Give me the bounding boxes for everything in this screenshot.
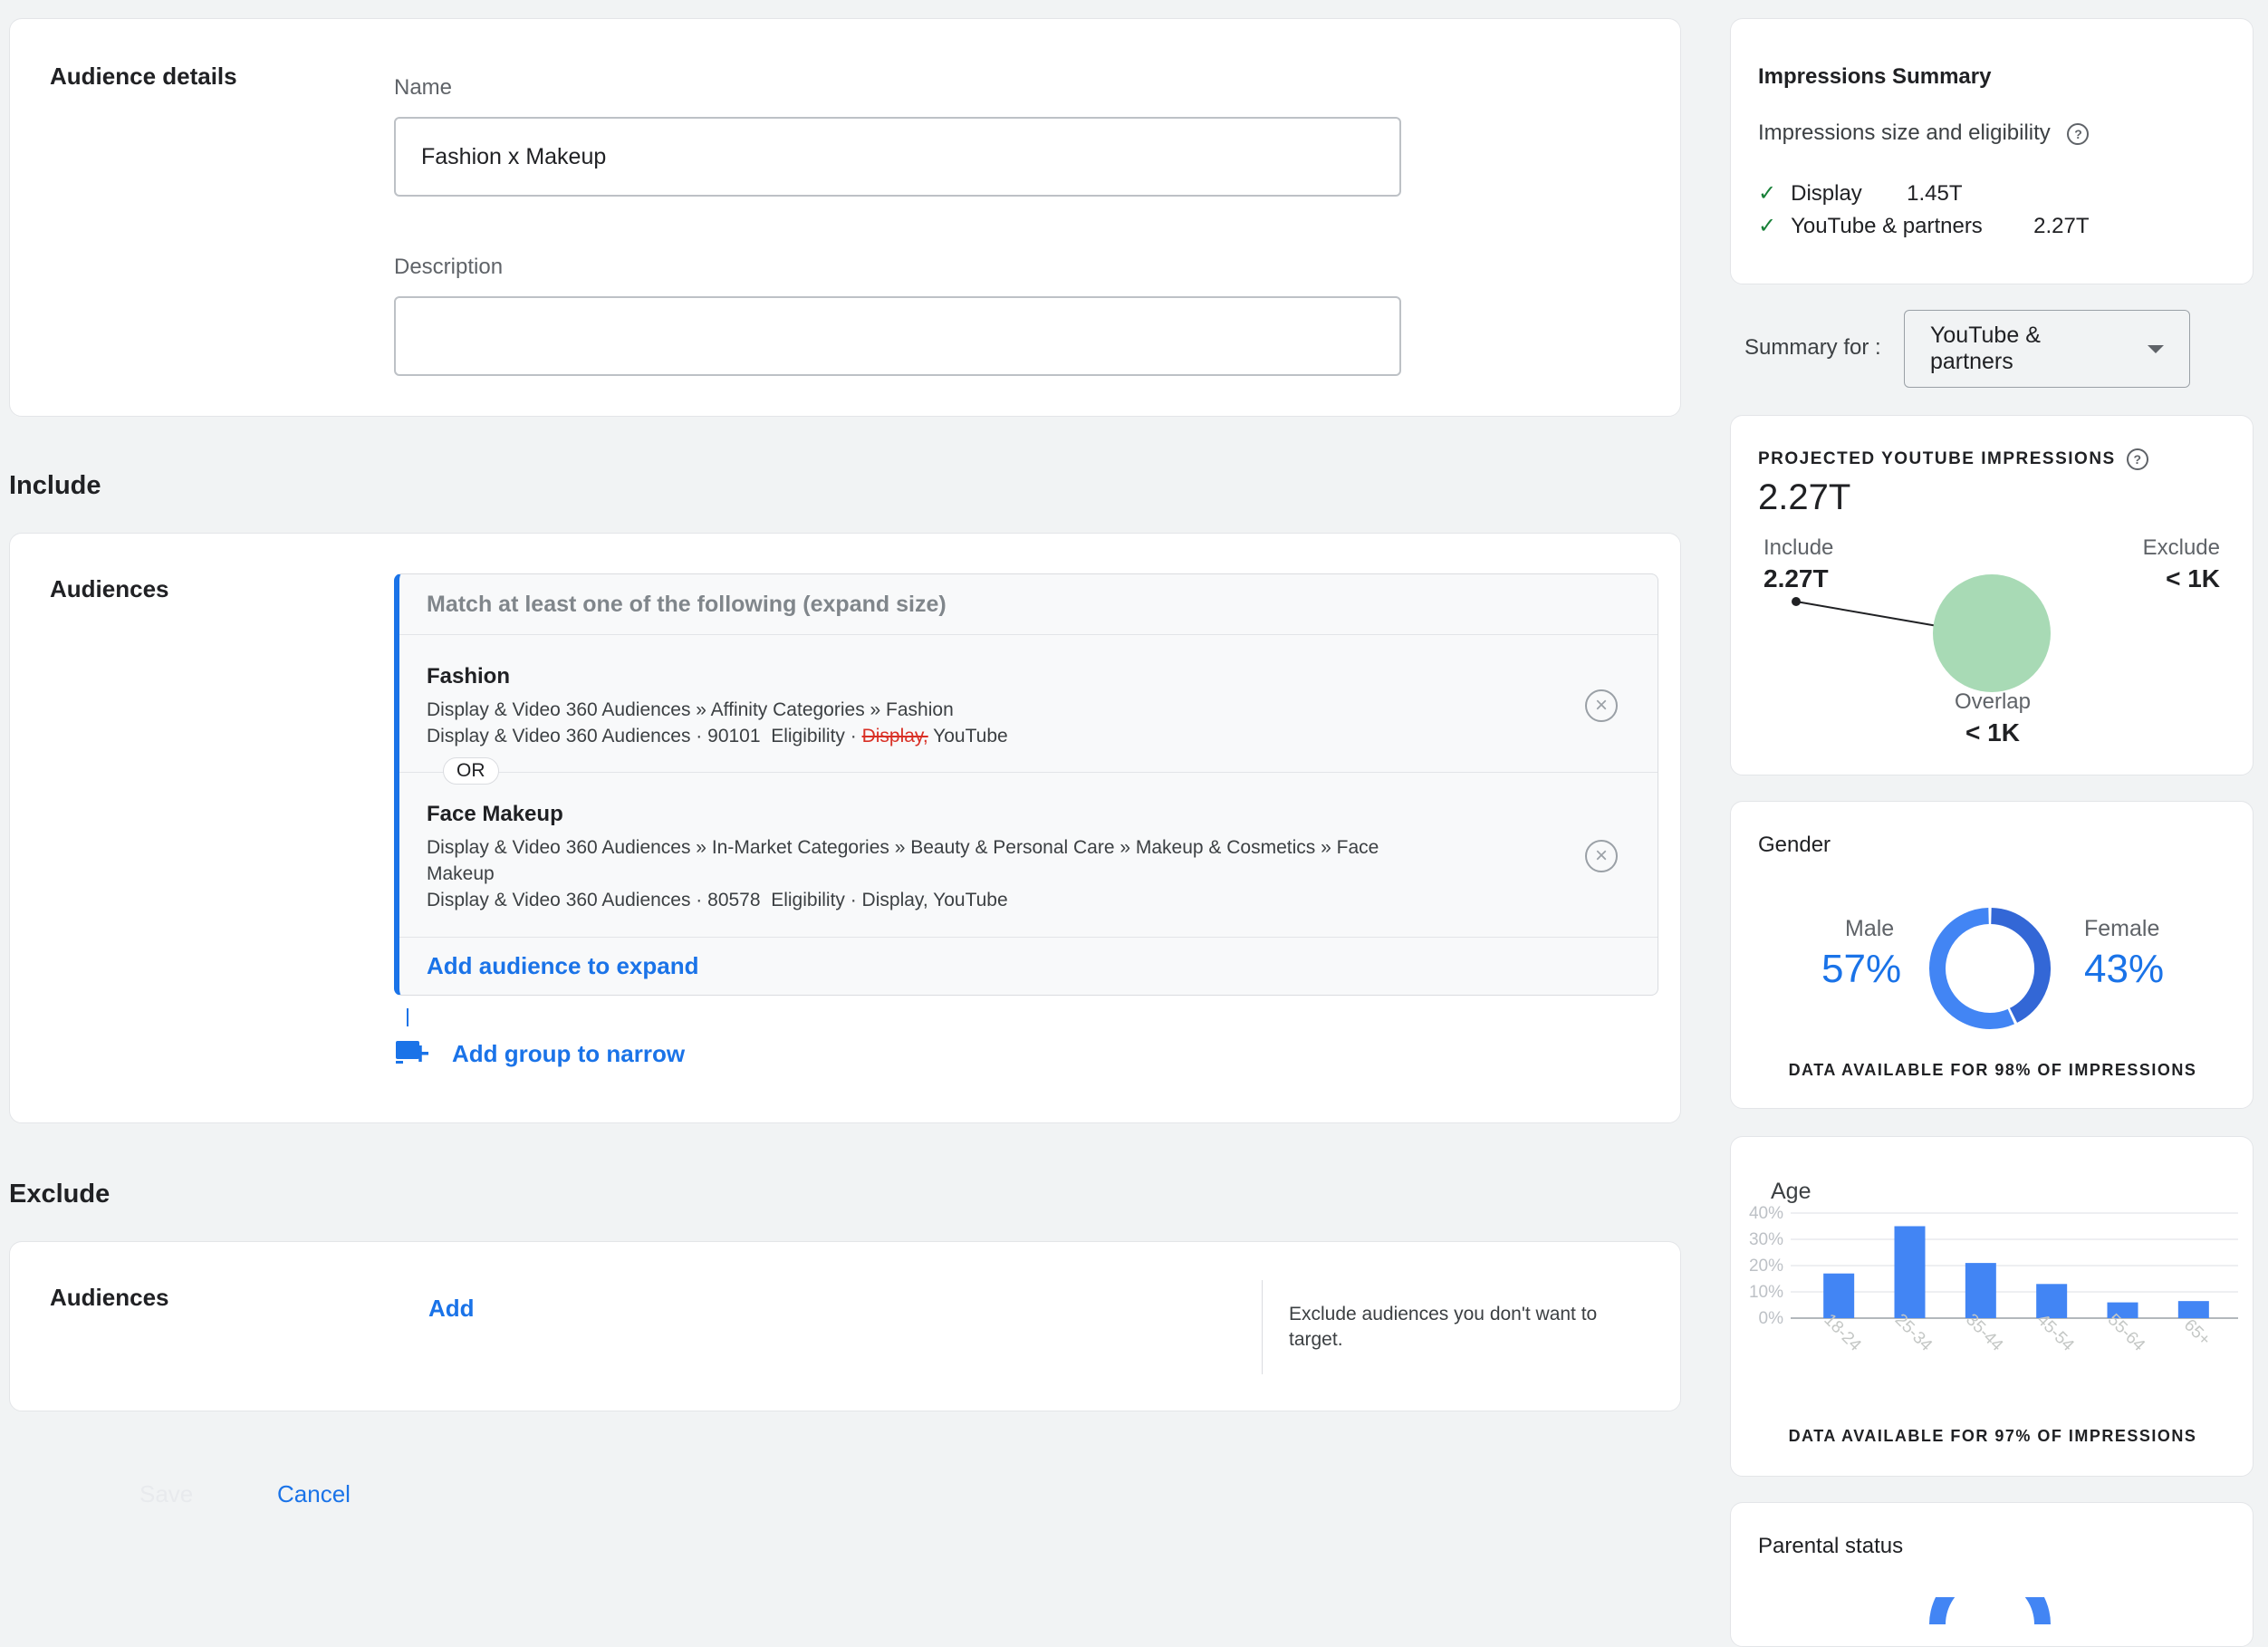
impressions-summary-card: Impressions Summary Impressions size and…	[1730, 18, 2254, 284]
audience-meta-prefix: Display & Video 360 Audiences · 90101 El…	[427, 726, 862, 746]
struck-eligibility: Display,	[861, 726, 928, 746]
y-tick-label: 40%	[1749, 1204, 1783, 1223]
add-group-to-narrow[interactable]: Add group to narrow	[394, 1037, 685, 1070]
name-input[interactable]: Fashion x Makeup	[394, 117, 1401, 197]
include-pointer-line	[1795, 601, 1938, 627]
audience-path: Display & Video 360 Audiences » In-Marke…	[427, 837, 1379, 884]
summary-subtitle-row: Impressions size and eligibility ?	[1758, 120, 2090, 146]
gender-donut	[1929, 908, 2051, 1029]
y-tick-label: 0%	[1759, 1309, 1784, 1328]
y-tick-label: 10%	[1749, 1283, 1783, 1302]
check-icon: ✓	[1758, 214, 1777, 238]
audience-title: Fashion	[427, 664, 511, 689]
parental-status-title: Parental status	[1758, 1534, 1904, 1558]
group-connector-line	[407, 1008, 408, 1026]
female-value: 43%	[2084, 947, 2165, 991]
remove-audience-button[interactable]: ×	[1585, 689, 1618, 722]
cancel-button[interactable]: Cancel	[277, 1480, 351, 1508]
exclude-card: Audiences Add Exclude audiences you don'…	[9, 1241, 1681, 1411]
name-label: Name	[394, 75, 453, 100]
add-group-label: Add group to narrow	[452, 1039, 686, 1067]
summary-row-display: ✓ Display 1.45T	[1758, 180, 1962, 207]
audience-details-card: Audience details Name Fashion x Makeup D…	[9, 18, 1681, 417]
include-card: Audiences Match at least one of the foll…	[9, 533, 1681, 1123]
exclude-audiences-label: Audiences	[50, 1284, 169, 1311]
gender-title: Gender	[1758, 833, 1831, 857]
age-card: Age 0% 10% 20% 30% 40% 18-24 25-34 35-44 45-54 55…	[1730, 1136, 2254, 1477]
overlap-value: < 1K	[1965, 718, 2020, 746]
audience-meta-suffix: YouTube	[927, 726, 1008, 746]
summary-row-label: YouTube & partners	[1791, 213, 1983, 238]
description-label: Description	[394, 255, 504, 279]
summary-for-dropdown[interactable]: YouTube & partners	[1904, 310, 2190, 388]
age-bar-35-44	[1965, 1263, 1996, 1318]
exclude-add-link[interactable]: Add	[428, 1295, 475, 1323]
add-group-icon	[396, 1041, 428, 1064]
donut-female-segment	[1990, 908, 2051, 1023]
audience-details-label: Audience details	[50, 63, 237, 90]
summary-row-youtube: ✓ YouTube & partners 2.27T	[1758, 213, 2089, 239]
summary-title: Impressions Summary	[1758, 64, 1992, 89]
include-group: Match at least one of the following (exp…	[394, 573, 1658, 996]
summary-row-value: 1.45T	[1907, 180, 1963, 206]
audience-meta: Display & Video 360 Audiences · 90101 El…	[427, 723, 1432, 749]
summary-for-value: YouTube & partners	[1930, 323, 2041, 374]
summary-for-label: Summary for :	[1744, 335, 1881, 360]
exclude-hint: Exclude audiences you don't want to targ…	[1289, 1304, 1598, 1350]
help-icon[interactable]: ?	[2067, 122, 2090, 145]
audience-title: Face Makeup	[427, 802, 563, 826]
gender-card: Gender Male 57% Female 43% DATA AVAILABL…	[1730, 801, 2254, 1109]
parental-donut-partial	[1929, 1597, 2051, 1624]
include-section-title: Include	[9, 471, 101, 500]
save-button[interactable]: Save	[139, 1480, 193, 1508]
male-value: 57%	[1821, 947, 1902, 991]
add-audience-to-expand-link[interactable]: Add audience to expand	[427, 952, 699, 980]
include-pointer-dot	[1792, 597, 1801, 606]
summary-row-label: Display	[1791, 180, 1862, 206]
age-footnote: DATA AVAILABLE FOR 97% OF IMPRESSIONS	[1788, 1427, 2197, 1445]
description-input[interactable]	[394, 296, 1401, 376]
projected-impressions-card: PROJECTED YOUTUBE IMPRESSIONS ? 2.27T In…	[1730, 415, 2254, 775]
age-bar-chart: 0%10%20%30%40%18-24 25-34 35-44 45-54 55-64 6…	[1749, 1204, 2238, 1355]
remove-audience-button[interactable]: ×	[1585, 840, 1618, 872]
audience-item-fashion: Fashion Display & Video 360 Audiences » …	[399, 635, 1658, 773]
age-bar-45-54	[2036, 1284, 2068, 1318]
close-icon: ×	[1594, 693, 1608, 718]
donut-male-segment	[1929, 908, 2014, 1029]
group-header: Match at least one of the following (exp…	[399, 574, 1658, 635]
male-label: Male	[1845, 916, 1895, 941]
x-tick-label: 65+	[2180, 1315, 2215, 1350]
y-tick-label: 20%	[1749, 1257, 1783, 1276]
exclude-section-title: Exclude	[9, 1180, 111, 1209]
summary-subtitle: Impressions size and eligibility	[1758, 120, 2051, 145]
audience-meta: Display & Video 360 Audiences · 80578 El…	[427, 890, 1008, 910]
parental-status-card: Parental status	[1730, 1502, 2254, 1647]
name-input-value: Fashion x Makeup	[421, 143, 607, 169]
y-tick-label: 30%	[1749, 1230, 1783, 1249]
close-icon: ×	[1594, 843, 1608, 868]
female-label: Female	[2084, 916, 2160, 941]
overlap-label: Overlap	[1954, 689, 2032, 714]
age-bar-25-34	[1894, 1226, 1926, 1318]
overlap-circle	[1933, 574, 2051, 692]
summary-row-value: 2.27T	[2033, 213, 2090, 238]
audience-item-face-makeup: Face Makeup Display & Video 360 Audience…	[399, 773, 1658, 938]
or-chip: OR	[443, 757, 499, 785]
gender-footnote: DATA AVAILABLE FOR 98% OF IMPRESSIONS	[1788, 1061, 2197, 1079]
include-audiences-label: Audiences	[50, 575, 169, 602]
audience-path: Display & Video 360 Audiences » Affinity…	[427, 699, 954, 720]
chevron-down-icon	[2148, 344, 2164, 353]
check-icon: ✓	[1758, 181, 1777, 206]
age-bar-18-24	[1823, 1273, 1855, 1318]
divider	[1262, 1280, 1263, 1374]
